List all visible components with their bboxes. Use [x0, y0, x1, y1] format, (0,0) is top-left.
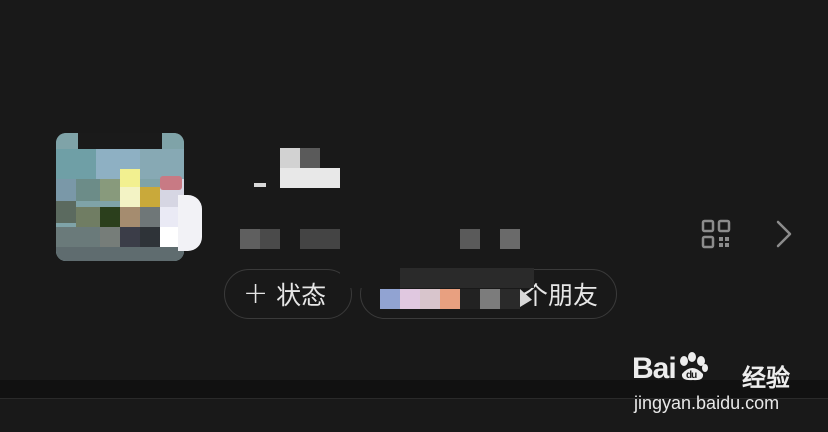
add-status-button[interactable]: + 状态	[224, 269, 352, 319]
friends-label: 个朋友	[522, 281, 598, 310]
plus-icon: +	[243, 276, 269, 311]
friends-mosaic	[500, 289, 520, 309]
paw-icon: du	[676, 352, 710, 382]
watermark-url: jingyan.baidu.com	[634, 393, 780, 413]
profile-screen: + 状态 个朋友 Bai du 经验 jingyan.baidu.com	[0, 0, 828, 432]
baidu-logo: Bai du	[632, 352, 710, 386]
id-mosaic	[260, 229, 280, 249]
svg-text:du: du	[686, 370, 697, 381]
avatar[interactable]	[56, 133, 184, 261]
id-mosaic	[300, 229, 340, 249]
id-mosaic	[240, 229, 260, 249]
chevron-right-icon[interactable]	[770, 218, 798, 250]
nickname-mosaic	[300, 148, 320, 168]
friends-mosaic	[400, 268, 534, 288]
avatar-decoration	[178, 195, 202, 251]
friends-mosaic	[440, 289, 460, 309]
qr-code-icon[interactable]	[700, 218, 732, 250]
friends-mosaic	[400, 289, 420, 309]
status-label: 状态	[276, 281, 327, 310]
nickname-mosaic	[254, 183, 266, 187]
friends-mosaic	[460, 289, 480, 309]
baidu-jingyan-watermark: Bai du 经验 jingyan.baidu.com	[632, 342, 812, 422]
id-mosaic	[500, 229, 520, 249]
friends-mosaic	[420, 289, 440, 309]
friends-mosaic	[480, 289, 500, 309]
friends-mosaic	[380, 289, 400, 309]
nickname-mosaic	[280, 148, 300, 168]
jingyan-label: 经验	[742, 364, 790, 392]
avatar-decoration	[160, 176, 182, 190]
id-mosaic	[460, 229, 480, 249]
friends-mosaic	[340, 268, 400, 288]
nickname-mosaic	[280, 168, 340, 188]
